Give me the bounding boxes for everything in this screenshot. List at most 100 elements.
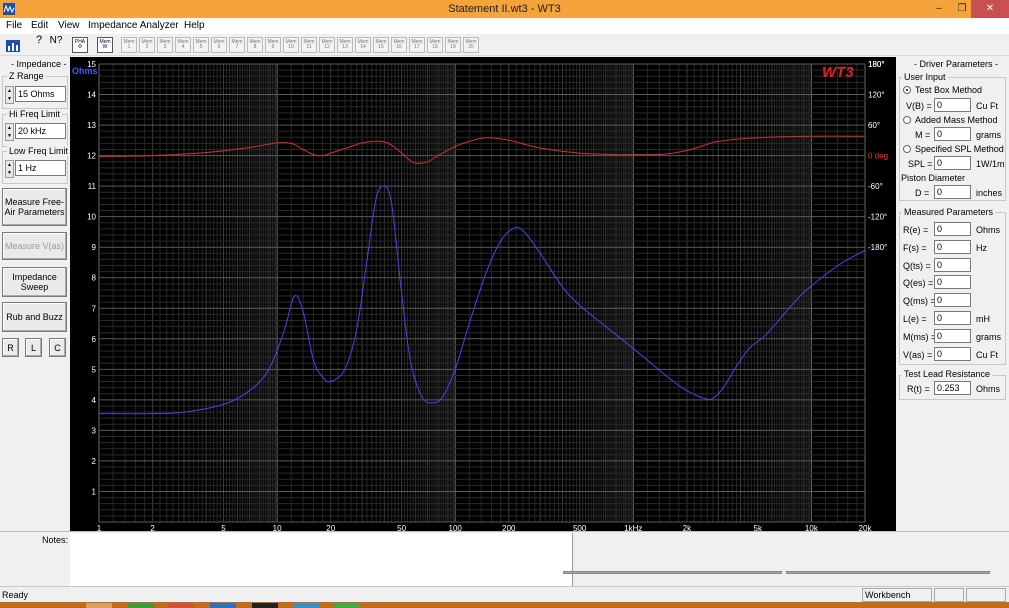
impedance-plot[interactable]: 1234567891011121314151 2 5 10 20 50 100 200 500 1… xyxy=(70,57,896,533)
menu-edit[interactable]: Edit xyxy=(31,20,48,31)
memory-slot-button[interactable]: Mem 18 xyxy=(427,37,443,53)
memory-slot-button[interactable]: Mem 4 xyxy=(175,37,191,53)
y-tick-label: 8 xyxy=(92,274,97,283)
memory-slot-button[interactable]: Mem 12 xyxy=(319,37,335,53)
menu-file[interactable]: File xyxy=(6,20,22,31)
z-range-spinner[interactable]: ▲ ▼ xyxy=(5,86,14,104)
measure-free-air-button[interactable]: Measure Free-Air Parameters xyxy=(2,188,67,226)
r-button[interactable]: R xyxy=(2,338,19,357)
measured-param-unit: Ohms xyxy=(976,225,1001,235)
notes-scrollbar-left[interactable] xyxy=(563,571,782,574)
added-mass-radio[interactable] xyxy=(903,116,911,124)
memory-slot-button[interactable]: Mem 2 xyxy=(139,37,155,53)
measured-param-field[interactable]: 0 xyxy=(934,275,971,290)
rt-field[interactable]: 0.253 xyxy=(934,381,971,395)
memory-slot-button[interactable]: Mem 13 xyxy=(337,37,353,53)
notes-scrollbar-right[interactable] xyxy=(786,571,990,574)
memory-slot-button[interactable]: Mem 11 xyxy=(301,37,317,53)
spl-field[interactable]: 0 xyxy=(934,156,971,170)
status-bar: Ready Workbench xyxy=(0,586,1009,602)
memory-slot-button[interactable]: Mem 8 xyxy=(247,37,263,53)
memory-slot-button[interactable]: Mem 20 xyxy=(463,37,479,53)
user-input-title: User Input xyxy=(902,72,948,82)
taskbar-item-5[interactable] xyxy=(252,603,278,608)
y-tick-label: 6 xyxy=(92,335,97,344)
m-field[interactable]: 0 xyxy=(934,127,971,141)
measure-vas-button[interactable]: Measure V(as) xyxy=(2,232,67,260)
memory-slot-button[interactable]: Mem 17 xyxy=(409,37,425,53)
notes-label: Notes: xyxy=(42,535,69,545)
z-range-field[interactable]: 15 Ohms xyxy=(15,86,66,102)
driver-params-title: - Driver Parameters - xyxy=(912,59,1001,69)
help-icon: ? xyxy=(35,34,43,46)
impedance-sweep-button[interactable]: Impedance Sweep xyxy=(2,267,67,297)
x-tick-label: 50 xyxy=(397,524,406,531)
l-button[interactable]: L xyxy=(25,338,42,357)
hi-freq-field[interactable]: 20 kHz xyxy=(15,123,66,139)
notes-textarea[interactable] xyxy=(70,533,573,586)
memory-slot-button[interactable]: Mem 1 xyxy=(121,37,137,53)
test-box-radio[interactable] xyxy=(903,86,911,94)
rub-and-buzz-button[interactable]: Rub and Buzz xyxy=(2,302,67,332)
x-tick-label: 20 xyxy=(326,524,335,531)
driver-parameters-panel: - Driver Parameters - User Input Test Bo… xyxy=(896,57,1009,531)
spl-method-radio[interactable] xyxy=(903,145,911,153)
y2-tick-label: 0 deg xyxy=(868,152,888,161)
phase-toggle-button[interactable]: PHA Φ xyxy=(72,37,88,53)
taskbar-item-7[interactable] xyxy=(334,603,360,608)
analyzer-chart-button[interactable] xyxy=(5,37,21,53)
memory-slot-button[interactable]: Mem 7 xyxy=(229,37,245,53)
taskbar-item-2[interactable] xyxy=(128,603,154,608)
menu-view[interactable]: View xyxy=(58,20,80,31)
context-help-icon: N? xyxy=(49,35,63,46)
memory-slot-button[interactable]: Mem 6 xyxy=(211,37,227,53)
memory-slot-button[interactable]: Mem 10 xyxy=(283,37,299,53)
context-help-button[interactable]: N? xyxy=(48,35,64,53)
memory-slot-button[interactable]: Mem 16 xyxy=(391,37,407,53)
c-button[interactable]: C xyxy=(49,338,66,357)
low-freq-spinner[interactable]: ▲ ▼ xyxy=(5,160,14,178)
x-tick-label: 10 xyxy=(273,524,282,531)
chart-icon xyxy=(6,40,20,52)
memory-slot-button[interactable]: Mem 19 xyxy=(445,37,461,53)
piston-diameter-label: Piston Diameter xyxy=(901,173,966,183)
measured-param-field[interactable]: 0 xyxy=(934,257,971,272)
measured-param-field[interactable]: 0 xyxy=(934,222,971,236)
lead-resistance-title: Test Lead Resistance xyxy=(902,369,993,379)
help-button[interactable]: ? xyxy=(31,34,47,53)
measured-param-field[interactable]: 0 xyxy=(934,239,971,254)
memory-slot-button[interactable]: Mem 14 xyxy=(355,37,371,53)
taskbar-item-4[interactable] xyxy=(210,603,236,608)
memory-slot-button[interactable]: Mem 9 xyxy=(265,37,281,53)
memory-slot-button[interactable]: Mem 3 xyxy=(157,37,173,53)
memory-slot-button[interactable]: Mem 15 xyxy=(373,37,389,53)
taskbar-item-1[interactable] xyxy=(86,603,112,608)
measured-param-field[interactable]: 0 xyxy=(934,328,971,343)
menu-help[interactable]: Help xyxy=(184,20,205,31)
memory-slot-button[interactable]: Mem 5 xyxy=(193,37,209,53)
close-button[interactable]: ✕ xyxy=(971,0,1009,18)
workbench-pane: Workbench xyxy=(862,588,932,602)
x-tick-label: 2k xyxy=(683,524,692,531)
measured-param-field[interactable]: 0 xyxy=(934,293,971,308)
y-tick-label: 7 xyxy=(92,304,97,313)
menu-impedance-analyzer[interactable]: Impedance Analyzer xyxy=(88,20,179,31)
y2-tick-label: -180° xyxy=(868,243,887,252)
low-freq-field[interactable]: 1 Hz xyxy=(15,160,66,176)
taskbar-item-3[interactable] xyxy=(168,603,194,608)
hi-freq-spinner[interactable]: ▲ ▼ xyxy=(5,123,14,141)
d-field[interactable]: 0 xyxy=(934,185,971,199)
m-label: M = xyxy=(915,130,931,140)
x-tick-label: 10k xyxy=(805,524,819,531)
vb-field[interactable]: 0 xyxy=(934,98,971,112)
measured-param-field[interactable]: 0 xyxy=(934,346,971,361)
wt3-logo: WT3 xyxy=(822,64,854,81)
measured-param-unit: Hz xyxy=(976,242,987,253)
y-tick-label: 9 xyxy=(92,243,97,252)
memory-write-button[interactable]: Mem W xyxy=(97,37,113,53)
y-tick-label: 13 xyxy=(87,121,96,130)
x-tick-label: 1 xyxy=(97,524,102,531)
x-tick-label: 200 xyxy=(502,524,516,531)
taskbar-item-6[interactable] xyxy=(294,603,320,608)
measured-param-field[interactable]: 0 xyxy=(934,311,971,325)
